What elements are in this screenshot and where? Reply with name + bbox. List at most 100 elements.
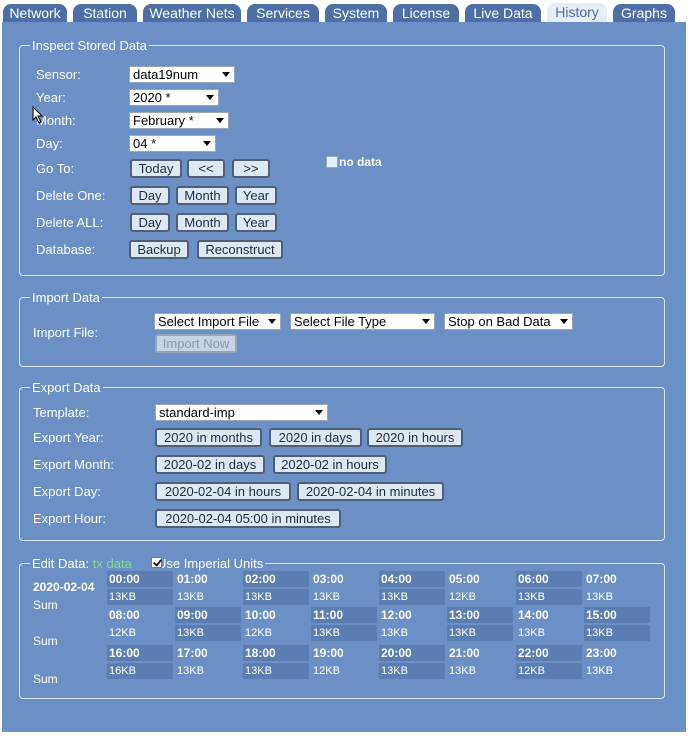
hour-cell-size: 13KB xyxy=(447,625,513,641)
import-now-button[interactable]: Import Now xyxy=(155,334,237,353)
delete-one-day-button[interactable]: Day xyxy=(130,186,170,205)
hour-cell-time[interactable]: 18:00 xyxy=(243,645,309,661)
hour-cell-size: 13KB xyxy=(449,665,476,677)
hour-cell-size: 13KB xyxy=(381,627,408,639)
hour-cell-time[interactable]: 08:00 xyxy=(107,607,173,623)
chevron-down-icon xyxy=(216,118,224,123)
export-month-days-button[interactable]: 2020-02 in days xyxy=(155,455,265,474)
hour-cell-time[interactable]: 14:00 xyxy=(516,607,582,623)
hour-cell-time[interactable]: 13:00 xyxy=(447,607,513,623)
hour-cell-time[interactable]: 21:00 xyxy=(447,645,513,661)
hour-cell-time[interactable]: 01:00 xyxy=(175,571,241,587)
hour-cell-size: 12KB xyxy=(109,627,136,639)
hour-cell-time[interactable]: 12:00 xyxy=(379,607,445,623)
tab-live-data[interactable]: Live Data xyxy=(464,3,542,22)
delete-all-day-button[interactable]: Day xyxy=(130,213,170,232)
day-select[interactable]: 04 * xyxy=(129,135,216,152)
chevron-down-icon xyxy=(222,72,230,77)
tab-services[interactable]: Services xyxy=(246,3,320,22)
hour-cell-time[interactable]: 20:00 xyxy=(379,645,445,661)
hour-cell-time[interactable]: 03:00 xyxy=(311,571,377,587)
tab-network[interactable]: Network xyxy=(2,3,68,22)
bad-data-select[interactable]: Stop on Bad Data xyxy=(444,313,573,330)
hour-cell-time[interactable]: 06:00 xyxy=(516,571,582,587)
today-button[interactable]: Today xyxy=(130,159,182,178)
tab-history[interactable]: History xyxy=(546,2,608,23)
hour-cell-size: 13KB xyxy=(516,589,582,605)
export-hour-label: Export Hour: xyxy=(33,511,106,526)
hour-cell-time[interactable]: 05:00 xyxy=(447,571,513,587)
template-select[interactable]: standard-imp xyxy=(155,404,328,421)
prev-button[interactable]: << xyxy=(187,159,225,178)
sum-label: Sum xyxy=(33,672,58,686)
chevron-down-icon xyxy=(560,319,568,324)
sensor-label: Sensor: xyxy=(36,67,81,82)
export-hour-minutes-button[interactable]: 2020-02-04 05:00 in minutes xyxy=(155,509,341,528)
year-select[interactable]: 2020 * xyxy=(129,89,219,106)
hour-cell-size: 12KB xyxy=(313,665,340,677)
export-year-hours-button[interactable]: 2020 in hours xyxy=(367,428,463,447)
hour-cell-size: 13KB xyxy=(177,665,204,677)
hour-cell-time[interactable]: 19:00 xyxy=(311,645,377,661)
hour-cell-size: 13KB xyxy=(107,589,173,605)
hour-cell-time[interactable]: 15:00 xyxy=(584,607,650,623)
delete-one-year-button[interactable]: Year xyxy=(235,186,277,205)
export-day-label: Export Day: xyxy=(33,484,101,499)
delete-all-month-button[interactable]: Month xyxy=(176,213,229,232)
export-month-label: Export Month: xyxy=(33,457,114,472)
day-label: Day: xyxy=(36,136,63,151)
hour-cell-time[interactable]: 07:00 xyxy=(584,571,650,587)
hour-cell-size: 16KB xyxy=(107,663,173,679)
imperial-units-checkbox[interactable] xyxy=(151,557,162,568)
hour-cell-time[interactable]: 16:00 xyxy=(107,645,173,661)
edit-legend: Edit Data: tx data Use Imperial Units xyxy=(30,556,265,571)
hour-cell-time[interactable]: 23:00 xyxy=(584,645,650,661)
inspect-legend: Inspect Stored Data xyxy=(32,38,147,53)
hour-cell-size: 13KB xyxy=(379,663,445,679)
tab-station[interactable]: Station xyxy=(72,3,138,22)
hour-cell-time[interactable]: 17:00 xyxy=(175,645,241,661)
hour-cell-size: 12KB xyxy=(516,663,582,679)
hour-cell-size: 13KB xyxy=(175,625,241,641)
sum-label: Sum xyxy=(33,634,58,648)
delete-one-month-button[interactable]: Month xyxy=(176,186,229,205)
reconstruct-button[interactable]: Reconstruct xyxy=(197,240,283,259)
tab-weather-nets[interactable]: Weather Nets xyxy=(142,3,242,22)
hour-cell-size: 13KB xyxy=(586,665,613,677)
edit-legend-text: Edit Data: xyxy=(32,556,90,571)
hour-cell-size: 13KB xyxy=(586,591,613,603)
chevron-down-icon xyxy=(422,319,430,324)
chevron-down-icon xyxy=(268,319,276,324)
select-import-file[interactable]: Select Import File xyxy=(154,313,281,330)
month-select[interactable]: February * xyxy=(129,112,229,129)
sensor-select[interactable]: data19num xyxy=(129,66,235,83)
hour-cell-size: 13KB xyxy=(243,663,309,679)
export-year-days-button[interactable]: 2020 in days xyxy=(269,428,362,447)
hour-cell-time[interactable]: 11:00 xyxy=(311,607,377,623)
export-day-minutes-button[interactable]: 2020-02-04 in minutes xyxy=(297,482,444,501)
backup-button[interactable]: Backup xyxy=(129,240,189,259)
next-button[interactable]: >> xyxy=(232,159,270,178)
hour-cell-size: 13KB xyxy=(518,627,545,639)
delete-one-label: Delete One: xyxy=(36,188,106,203)
hour-cell-size: 12KB xyxy=(449,591,476,603)
delete-all-label: Delete ALL: xyxy=(36,215,104,230)
tab-license[interactable]: License xyxy=(392,3,460,22)
template-label: Template: xyxy=(33,405,90,420)
export-year-months-button[interactable]: 2020 in months xyxy=(155,428,262,447)
tx-data-link[interactable]: tx data xyxy=(93,556,132,571)
tab-system[interactable]: System xyxy=(324,3,388,22)
select-file-type[interactable]: Select File Type xyxy=(290,313,435,330)
hour-cell-size: 13KB xyxy=(313,591,340,603)
hour-cell-size: 13KB xyxy=(311,625,377,641)
hour-cell-time[interactable]: 22:00 xyxy=(516,645,582,661)
hour-cell-time[interactable]: 10:00 xyxy=(243,607,309,623)
hour-cell-time[interactable]: 09:00 xyxy=(175,607,241,623)
hour-cell-time[interactable]: 02:00 xyxy=(243,571,309,587)
hour-cell-time[interactable]: 04:00 xyxy=(379,571,445,587)
export-day-hours-button[interactable]: 2020-02-04 in hours xyxy=(155,482,291,501)
export-month-hours-button[interactable]: 2020-02 in hours xyxy=(273,455,387,474)
tab-graphs[interactable]: Graphs xyxy=(612,3,676,22)
delete-all-year-button[interactable]: Year xyxy=(235,213,277,232)
hour-cell-time[interactable]: 00:00 xyxy=(107,571,173,587)
